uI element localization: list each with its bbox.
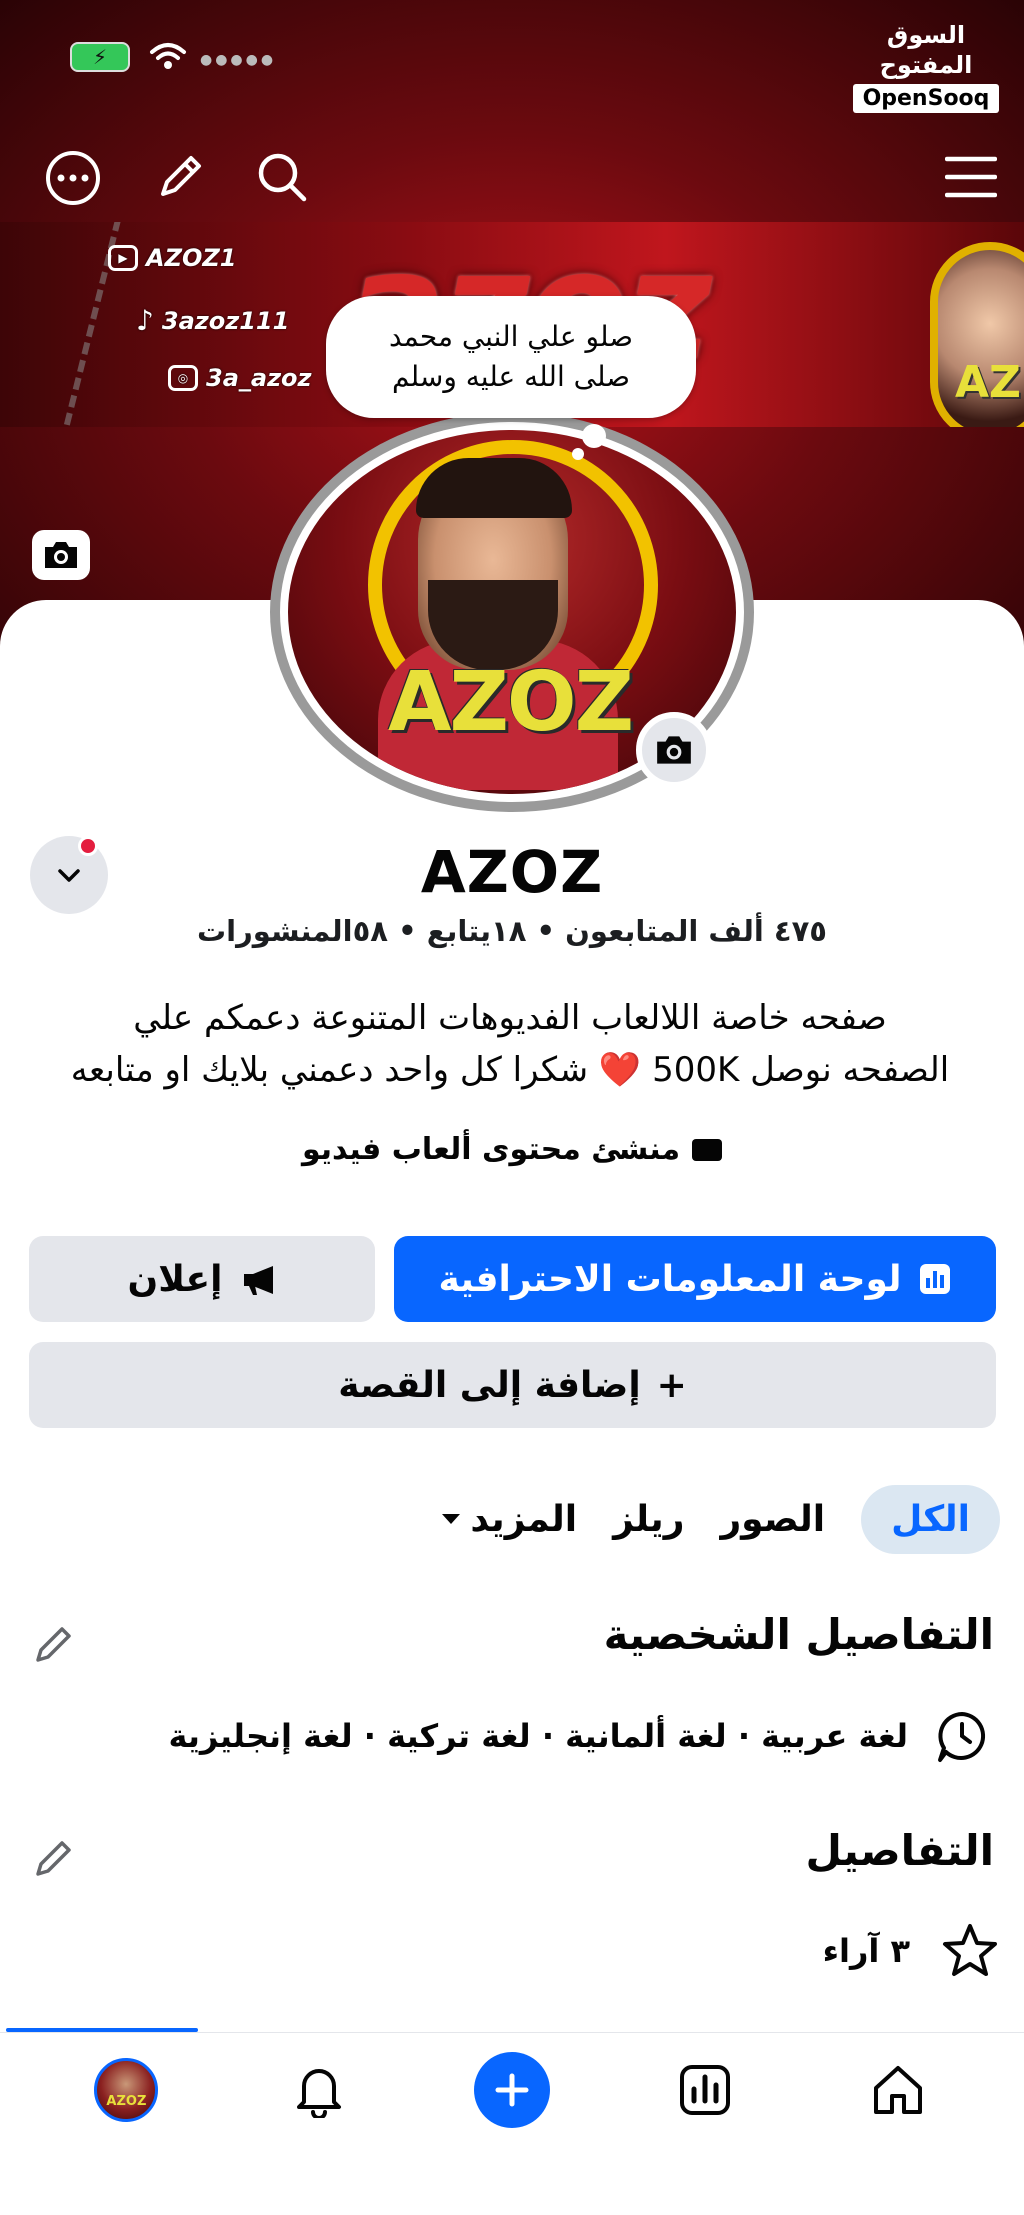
category-label: منشئ محتوى ألعاب فيديو [301,1132,681,1167]
camera-icon [45,542,77,568]
watermark-arabic: السوق المفتوح [879,21,973,79]
search-icon [258,153,307,202]
bottom-navigation: AZOZ [0,2050,1024,2130]
avatar-hair [416,458,572,518]
pencil-icon [36,1627,71,1662]
more-options-icon [46,151,100,205]
search-button[interactable] [250,145,314,209]
nav-notifications[interactable] [279,2050,359,2130]
star-icon [943,1924,997,1976]
edit-personal-details-button[interactable] [32,1622,76,1670]
megaphone-icon [243,1266,273,1295]
opensooq-watermark: السوق المفتوح OpenSooq [852,20,1000,113]
cover-social-tiktok: ♪ 3azoz111 [136,304,289,337]
dashboard-chart-icon [919,1264,950,1294]
camera-icon [657,736,691,764]
edit-button[interactable] [148,145,212,209]
profile-tabs: الكل الصور ريلز المزيد [300,1476,1000,1562]
add-to-story-button[interactable]: + إضافة إلى القصة [29,1342,996,1428]
nav-profile[interactable]: AZOZ [86,2050,166,2130]
youtube-handle: AZOZ1 [146,244,237,272]
caret-down-icon [442,1514,461,1524]
tab-more[interactable]: المزيد [442,1499,577,1540]
battery-charging-icon: ⚡ [70,42,130,72]
nav-separator [0,2032,1024,2033]
nav-create[interactable] [472,2050,552,2130]
instagram-icon: ◎ [168,365,198,391]
advertise-button-label: إعلان [127,1258,223,1300]
bell-icon [297,2069,342,2118]
details-title: التفاصيل [805,1826,994,1875]
reviews-row[interactable]: ٣ آراء [700,1922,1000,1980]
signal-dots: ●●●●● [200,52,277,68]
pencil-icon [36,1841,71,1876]
cover-social-instagram: ◎ 3a_azoz [168,364,312,392]
profile-bio: صفحه خاصة اللالعاب الفديوهات المتنوعة دع… [20,992,1000,1096]
watermark-english: OpenSooq [852,84,1000,113]
cover-social-youtube: ▶ AZOZ1 [108,244,236,272]
reviews-text: ٣ آراء [822,1932,910,1970]
tab-reels[interactable]: ريلز [613,1499,684,1540]
wifi-icon [148,40,188,80]
edit-details-button[interactable] [32,1836,76,1884]
profile-stats[interactable]: ٤٧٥ ألف المتابعون • ١٨يتابع • ٥٨المنشورا… [0,914,1024,948]
profile-name: AZOZ [420,838,604,906]
instagram-handle: 3a_azoz [206,364,312,392]
clapperboard-icon [692,1138,723,1161]
tiktok-handle: 3azoz111 [161,306,290,335]
nav-home[interactable] [858,2050,938,2130]
note-bubble-tail-small [572,448,584,460]
languages-row: لغة عربية · لغة ألمانية · لغة تركية · لغ… [90,1708,990,1764]
dashboard-button-label: لوحة المعلومات الاحترافية [438,1258,902,1300]
edit-cover-camera-button[interactable] [32,530,90,580]
plus-icon: + [656,1364,687,1406]
bio-line-2: الصفحه نوصل 500K ❤️ شكرا كل واحد دعمني ب… [70,1050,950,1090]
profile-avatar: AZOZ [94,2058,159,2122]
nav-dashboard[interactable] [665,2050,745,2130]
more-options-button[interactable] [40,145,106,211]
languages-text: لغة عربية · لغة ألمانية · لغة تركية · لغ… [168,1717,909,1755]
note-bubble-tail [582,424,606,448]
note-line-1: صلو علي النبي محمد [388,320,634,353]
dashboard-chart-icon [679,2065,730,2115]
professional-dashboard-button[interactable]: لوحة المعلومات الاحترافية [394,1236,996,1322]
personal-details-title: التفاصيل الشخصية [603,1610,994,1659]
menu-button[interactable] [942,150,1000,204]
tiktok-icon: ♪ [136,304,154,337]
pencil-icon [161,156,201,196]
profile-note-bubble[interactable]: صلو علي النبي محمد صلى الله عليه وسلم [326,296,696,418]
youtube-icon: ▶ [108,245,138,271]
hamburger-menu-icon [945,156,997,198]
edit-profile-picture-button[interactable] [636,712,712,788]
languages-icon [938,1712,986,1762]
avatar-logo-text: AZOZ [388,655,634,750]
home-icon [873,2066,922,2114]
tab-photos[interactable]: الصور [720,1499,825,1540]
advertise-button[interactable]: إعلان [29,1236,375,1322]
create-plus-icon [473,2052,550,2128]
cover-small-logo: AZ [955,357,1021,408]
note-line-2: صلى الله عليه وسلم [392,360,630,393]
add-to-story-label: إضافة إلى القصة [338,1364,641,1406]
tab-all[interactable]: الكل [861,1484,1000,1554]
bio-line-1: صفحه خاصة اللالعاب الفديوهات المتنوعة دع… [133,998,887,1038]
profile-category: منشئ محتوى ألعاب فيديو [0,1132,1024,1167]
